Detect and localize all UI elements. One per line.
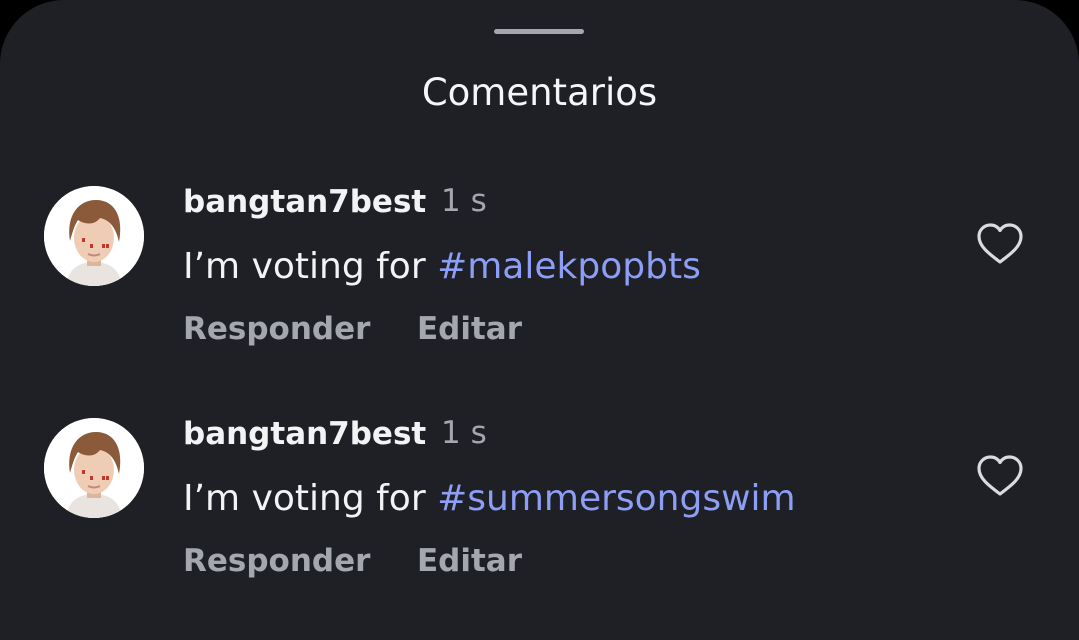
comment-text: I’m voting for #malekpopbts — [183, 246, 701, 288]
comment-text-prefix: I’m voting for — [183, 478, 438, 519]
edit-button[interactable]: Editar — [417, 543, 522, 579]
comment-text-prefix: I’m voting for — [183, 246, 438, 287]
comment-item: bangtan7best 1 s I’m voting for #malekpo… — [0, 183, 1079, 386]
avatar-portrait — [44, 418, 144, 518]
comment-timestamp: 1 s — [441, 183, 487, 219]
heart-outline-icon[interactable] — [976, 454, 1024, 498]
comment-text: I’m voting for #summersongswim — [183, 478, 796, 520]
comment-timestamp: 1 s — [441, 415, 487, 451]
comment-hashtag[interactable]: #malekpopbts — [437, 246, 701, 287]
drag-handle[interactable] — [494, 29, 584, 34]
avatar[interactable] — [44, 186, 144, 286]
edit-button[interactable]: Editar — [417, 311, 522, 347]
reply-button[interactable]: Responder — [183, 543, 370, 579]
reply-button[interactable]: Responder — [183, 311, 370, 347]
avatar-portrait — [44, 186, 144, 286]
avatar[interactable] — [44, 418, 144, 518]
sheet-title: Comentarios — [421, 71, 658, 114]
comment-hashtag[interactable]: #summersongswim — [437, 478, 796, 519]
comment-username[interactable]: bangtan7best — [183, 184, 426, 220]
heart-outline-icon[interactable] — [976, 222, 1024, 266]
comment-username[interactable]: bangtan7best — [183, 416, 426, 452]
comments-sheet: Comentarios bangtan7best 1 s I’m voting … — [0, 0, 1079, 640]
comment-item: bangtan7best 1 s I’m voting for #summers… — [0, 415, 1079, 618]
